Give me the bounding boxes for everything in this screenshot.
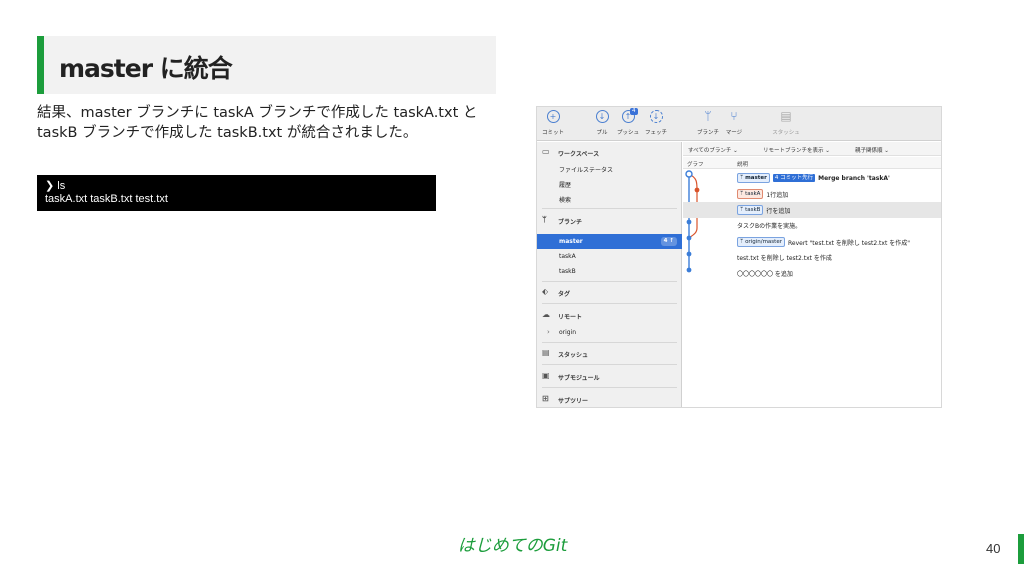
terminal-line: ❯ ls: [45, 180, 66, 192]
sidebar-divider: [542, 303, 677, 304]
sidebar-divider: [542, 208, 677, 209]
branch-filter-dropdown[interactable]: すべてのブランチ ⌄: [688, 146, 738, 154]
commit-row[interactable]: ᛘ master 4 コミット先行 Merge branch 'taskA': [683, 170, 941, 186]
footer-title: はじめてのGit: [457, 536, 568, 556]
branch-tag-taskA: ᛘ taskA: [737, 189, 764, 199]
sidebar-section-branches[interactable]: ᛘ ブランチ: [537, 213, 682, 229]
pull-icon: ↓: [595, 110, 609, 123]
commit-message: 行を追加: [766, 207, 791, 215]
branch-tag-master: ᛘ master: [737, 173, 770, 183]
commit-message: Merge branch 'taskA': [818, 174, 890, 182]
sort-order-dropdown[interactable]: 親子関係順 ⌄: [855, 146, 889, 154]
commit-row[interactable]: 〇〇〇〇〇〇 を追加: [683, 266, 941, 282]
commit-message: 1行追加: [766, 191, 789, 199]
sidebar-divider: [542, 342, 677, 343]
sidebar-section-stash[interactable]: ▤ スタッシュ: [537, 346, 682, 362]
plus-icon: +: [546, 110, 560, 123]
commit-message: タスクBの作業を実施。: [737, 223, 802, 230]
slide-title-bar: master に統合: [37, 36, 496, 94]
terminal-line: taskA.txt taskB.txt test.txt: [45, 193, 168, 205]
page-accent-bar: [1018, 534, 1024, 564]
stash-icon: ▤: [542, 348, 550, 357]
filter-bar: すべてのブランチ ⌄ リモートブランチを表示 ⌄ 親子関係順 ⌄: [683, 142, 941, 156]
push-button[interactable]: ↑ 4 プッシュ: [613, 108, 643, 136]
sidebar-item-origin[interactable]: › origin: [537, 325, 682, 340]
branch-icon: ᛘ: [542, 215, 547, 224]
branch-icon: ᛘ: [704, 109, 712, 123]
sidebar-divider: [542, 387, 677, 388]
stash-button[interactable]: ▤ スタッシュ: [771, 109, 801, 137]
subtree-icon: ⊞: [542, 394, 549, 403]
fetch-button[interactable]: ↓ フェッチ: [641, 110, 671, 136]
slide-title: master に統合: [59, 54, 233, 83]
ahead-count-badge: 4 ↑: [660, 237, 677, 246]
sidebar-section-tags[interactable]: ⬖ タグ: [537, 285, 682, 301]
terminal-output: ❯ ls taskA.txt taskB.txt test.txt: [37, 175, 436, 211]
sidebar-item-search[interactable]: 検索: [537, 191, 682, 206]
graph-column-header[interactable]: グラフ: [687, 160, 704, 168]
commit-row[interactable]: ᛘ origin/master Revert "test.txt を削除し te…: [683, 234, 941, 250]
commit-row-selected[interactable]: ᛘ taskB 行を追加: [683, 202, 941, 218]
toolbar: + コミット ↓ プル ↑ 4 プッシュ ↓ フェッチ ᛘ ブランチ ⑂ マージ…: [537, 107, 941, 141]
commit-button[interactable]: + コミット: [538, 110, 568, 136]
sidebar-divider: [542, 364, 677, 365]
commit-row[interactable]: ᛘ taskA 1行追加: [683, 186, 941, 202]
sidebar-item-history[interactable]: 履歴: [537, 176, 682, 191]
fetch-icon: ↓: [649, 110, 663, 123]
commit-row[interactable]: タスクBの作業を実施。: [683, 218, 941, 234]
title-accent-bar: [37, 36, 44, 94]
push-count-badge: 4: [630, 108, 638, 115]
commit-message: 〇〇〇〇〇〇 を追加: [737, 271, 793, 278]
remote-branch-filter-dropdown[interactable]: リモートブランチを表示 ⌄: [763, 146, 830, 154]
sidebar: ▭ ワークスペース ファイルステータス 履歴 検索 ᛘ ブランチ master …: [537, 142, 682, 407]
commit-message: Revert "test.txt を削除し test2.txt を作成": [787, 239, 910, 247]
cloud-icon: ☁: [542, 310, 550, 319]
commit-row[interactable]: test.txt を削除し test2.txt を作成: [683, 250, 941, 266]
ahead-indicator: 4 コミット先行: [772, 174, 816, 182]
sidebar-section-submodules[interactable]: ▣ サブモジュール: [537, 369, 682, 385]
slide-body-text: 結果、master ブランチに taskA ブランチで作成した taskA.tx…: [37, 105, 478, 141]
page-number: 40: [986, 541, 1001, 556]
branch-tag-taskB: ᛘ taskB: [737, 205, 764, 215]
sidebar-section-subtrees[interactable]: ⊞ サブツリー: [537, 392, 682, 407]
merge-button[interactable]: ⑂ マージ: [719, 109, 749, 137]
commit-history-panel: すべてのブランチ ⌄ リモートブランチを表示 ⌄ 親子関係順 ⌄ グラフ 説明 …: [683, 142, 941, 407]
column-header: グラフ 説明: [683, 157, 941, 169]
stash-icon: ▤: [780, 109, 792, 123]
submodule-icon: ▣: [542, 371, 550, 380]
description-column-header[interactable]: 説明: [737, 160, 748, 168]
sidebar-section-remotes[interactable]: ☁ リモート: [537, 308, 682, 324]
sidebar-item-taskB[interactable]: taskB: [537, 264, 682, 279]
merge-icon: ⑂: [730, 109, 738, 123]
commit-message: test.txt を削除し test2.txt を作成: [737, 255, 832, 262]
sidebar-item-taskA[interactable]: taskA: [537, 249, 682, 264]
sourcetree-window: + コミット ↓ プル ↑ 4 プッシュ ↓ フェッチ ᛘ ブランチ ⑂ マージ…: [536, 106, 942, 408]
sidebar-divider: [542, 281, 677, 282]
chevron-right-icon[interactable]: ›: [547, 328, 550, 336]
sidebar-item-master[interactable]: master 4 ↑: [537, 234, 682, 249]
sidebar-section-workspace[interactable]: ▭ ワークスペース: [537, 145, 682, 161]
branch-tag-origin-master: ᛘ origin/master: [737, 237, 785, 247]
monitor-icon: ▭: [542, 147, 550, 156]
tag-icon: ⬖: [542, 287, 549, 296]
sidebar-item-file-status[interactable]: ファイルステータス: [537, 161, 682, 176]
